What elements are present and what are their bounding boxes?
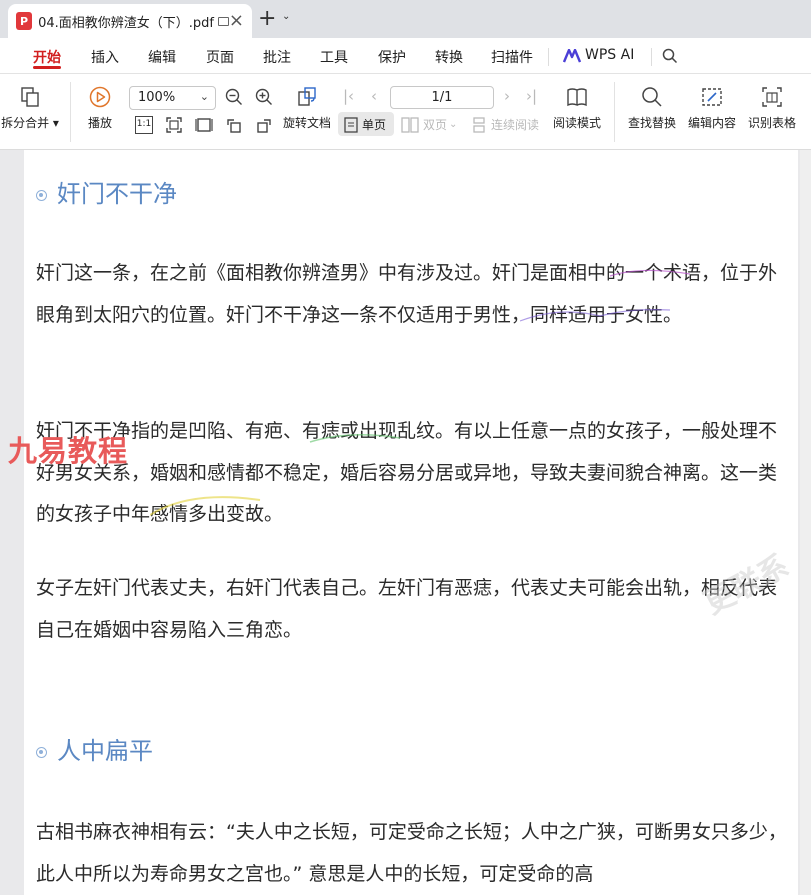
split-merge-button[interactable]: 拆分合并 ▾	[0, 86, 60, 131]
reading-mode-button[interactable]: 阅读模式	[551, 86, 603, 131]
book-icon	[567, 88, 587, 107]
paragraph-4: 古相书麻衣神相有云：“夫人中之长短，可定受命之长短；人中之广狭，可断男女只多少，…	[36, 821, 787, 885]
menu-bar: 开始 插入 编辑 页面 批注 工具 保护 转换 扫描件 WPS AI	[0, 38, 811, 74]
double-page-label: 双页	[423, 118, 448, 132]
watermark-logo: 九易教程	[8, 434, 129, 468]
recognize-table-label: 识别表格	[747, 116, 796, 130]
vertical-scrollbar[interactable]	[800, 150, 811, 895]
toolbar-divider	[614, 82, 615, 142]
search-icon[interactable]	[662, 48, 678, 64]
next-page-icon[interactable]: ›	[504, 87, 510, 105]
chevron-down-icon[interactable]: ⌄	[282, 11, 290, 22]
rotate-right-icon[interactable]	[255, 116, 273, 134]
menu-annotate[interactable]: 批注	[263, 47, 291, 67]
single-page-icon	[344, 116, 358, 133]
menu-convert[interactable]: 转换	[435, 47, 463, 67]
rotate-document-label: 旋转文档	[282, 116, 331, 130]
new-tab-plus-icon[interactable]: +	[258, 8, 276, 30]
menu-wps-ai[interactable]: WPS AI	[585, 47, 634, 63]
continuous-read-label: 连续阅读	[491, 118, 540, 132]
reading-mode-label: 阅读模式	[552, 116, 601, 130]
section-heading-2: 人中扁平	[36, 731, 153, 766]
toolbar-divider	[70, 82, 71, 142]
menu-protect[interactable]: 保护	[378, 47, 406, 67]
menu-tools[interactable]: 工具	[320, 47, 348, 67]
last-page-icon[interactable]: ›|	[526, 87, 537, 105]
zoom-value: 100%	[138, 90, 176, 105]
previous-page-icon[interactable]: ‹	[371, 87, 377, 105]
play-icon	[89, 86, 111, 108]
double-page-button[interactable]: 双页 ⌄	[401, 116, 457, 133]
split-merge-label: 拆分合并 ▾	[1, 116, 59, 130]
menu-home[interactable]: 开始	[33, 47, 61, 67]
paragraph-3: 女子左奸门代表丈夫，右奸门代表自己。左奸门有恶痣，代表丈夫可能会出轨，相反代表自…	[36, 577, 778, 641]
edit-content-label: 编辑内容	[687, 116, 736, 130]
menu-insert[interactable]: 插入	[91, 47, 119, 67]
pdf-file-icon: P	[16, 12, 33, 30]
menu-divider	[651, 48, 652, 66]
first-page-icon[interactable]: |‹	[343, 87, 354, 105]
scribble-annotation	[150, 434, 401, 516]
find-replace-button[interactable]: 查找替换	[624, 86, 680, 131]
split-merge-icon	[21, 87, 39, 107]
continuous-read-button[interactable]: 连续阅读	[471, 116, 539, 133]
section-heading-2-text: 人中扁平	[57, 737, 153, 765]
find-replace-icon	[642, 87, 662, 107]
menu-scan[interactable]: 扫描件	[491, 47, 533, 67]
tab-bar: P 04.面相教你辨渣女（下）.pdf × + ⌄	[0, 0, 811, 38]
bullet-icon	[36, 189, 47, 201]
monitor-icon	[217, 16, 229, 26]
single-page-label: 单页	[362, 118, 387, 132]
recognize-table-icon	[762, 87, 782, 107]
single-page-button[interactable]: 单页	[344, 116, 386, 133]
menu-page[interactable]: 页面	[206, 47, 234, 67]
double-page-icon	[401, 116, 419, 133]
zoom-out-icon[interactable]	[225, 88, 243, 106]
section-heading-1: 奸门不干净	[36, 174, 177, 209]
recognize-table-button[interactable]: 识别表格	[746, 86, 798, 131]
fit-page-icon[interactable]	[165, 116, 183, 134]
tab-title: 04.面相教你辨渣女（下）.pdf	[38, 15, 214, 31]
edit-content-icon	[702, 88, 722, 106]
rotate-left-icon[interactable]	[225, 116, 243, 134]
menu-edit[interactable]: 编辑	[148, 47, 176, 67]
active-menu-underline	[33, 66, 61, 69]
actual-size-icon[interactable]: 1:1	[135, 116, 153, 134]
fit-width-icon[interactable]	[195, 116, 213, 134]
document-tab[interactable]: P 04.面相教你辨渣女（下）.pdf ×	[8, 4, 252, 38]
rotate-document-icon	[298, 87, 316, 106]
play-button[interactable]: 播放	[80, 86, 120, 131]
zoom-in-icon[interactable]	[255, 88, 273, 106]
bullet-icon	[36, 746, 47, 758]
rotate-document-button[interactable]: 旋转文档	[280, 86, 334, 131]
section-heading-1-text: 奸门不干净	[57, 180, 177, 208]
zoom-select[interactable]: 100% ⌄	[129, 86, 216, 110]
page-number-input[interactable]: 1/1	[390, 86, 494, 109]
scribble-annotation	[520, 269, 691, 322]
chevron-down-icon: ⌄	[199, 90, 209, 103]
play-label: 播放	[87, 116, 112, 130]
close-tab-icon[interactable]: ×	[229, 12, 244, 30]
wps-ai-logo-icon	[563, 49, 581, 63]
edit-content-button[interactable]: 编辑内容	[686, 86, 738, 131]
continuous-read-icon	[473, 116, 485, 133]
menu-divider	[548, 48, 549, 66]
find-replace-label: 查找替换	[627, 116, 676, 130]
